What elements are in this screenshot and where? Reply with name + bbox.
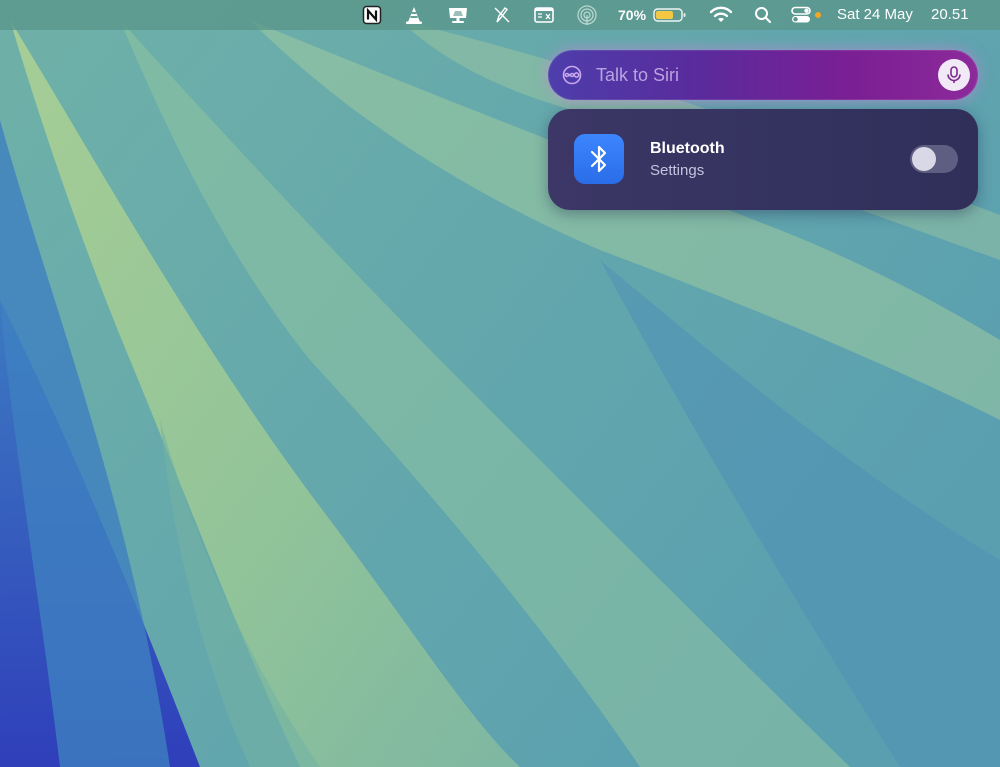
battery-percent: 70% <box>618 7 647 23</box>
menu-bar: 70% Sat 24 May 20.51 <box>0 0 1000 30</box>
airdrop-icon[interactable] <box>575 0 599 30</box>
microphone-button[interactable] <box>938 59 970 91</box>
bluetooth-toggle[interactable] <box>910 145 958 173</box>
vlc-cone-icon[interactable] <box>402 0 426 30</box>
siri-input[interactable] <box>596 63 926 87</box>
toggle-knob <box>912 147 936 171</box>
bluetooth-icon <box>590 145 607 173</box>
bluetooth-tile[interactable] <box>574 134 624 184</box>
window-manager-icon[interactable] <box>532 0 556 30</box>
battery-icon[interactable] <box>652 0 688 30</box>
microphone-icon <box>947 66 961 83</box>
bluetooth-title: Bluetooth <box>650 140 725 157</box>
spotlight-search-icon[interactable] <box>752 0 774 30</box>
control-center-icon[interactable] <box>788 0 814 30</box>
status-dot <box>814 0 822 30</box>
siri-bar[interactable] <box>548 50 978 100</box>
notion-icon[interactable] <box>360 0 384 30</box>
menubar-time[interactable]: 20.51 <box>931 0 969 30</box>
wifi-icon[interactable] <box>708 0 734 30</box>
menubar-date[interactable]: Sat 24 May <box>837 0 913 30</box>
bluetooth-card[interactable]: Bluetooth Settings <box>548 109 978 210</box>
bluetooth-settings-link[interactable]: Settings <box>650 162 704 179</box>
pen-off-icon[interactable] <box>490 0 514 30</box>
display-icon[interactable] <box>445 0 471 30</box>
siri-icon <box>562 65 582 85</box>
